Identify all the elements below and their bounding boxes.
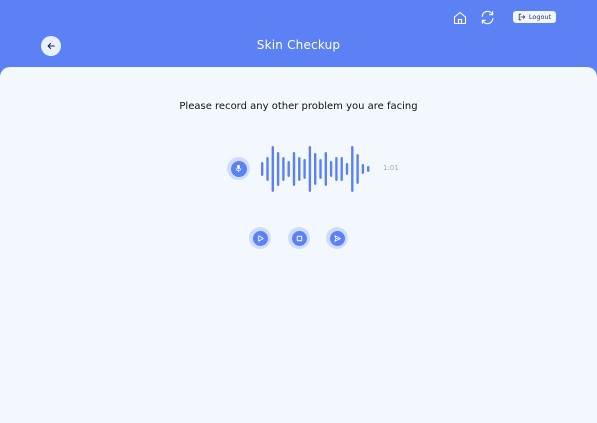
logout-icon — [518, 13, 526, 21]
send-button[interactable] — [326, 227, 348, 249]
home-button[interactable] — [452, 10, 468, 26]
microphone-icon — [235, 164, 242, 173]
waveform-bar — [261, 162, 264, 176]
send-icon — [333, 234, 341, 242]
waveform-bar — [314, 153, 317, 185]
refresh-button[interactable] — [479, 9, 496, 26]
audio-waveform — [261, 146, 370, 192]
play-button-core — [252, 230, 268, 246]
waveform-bar — [303, 159, 306, 179]
microphone-button-core — [230, 160, 247, 177]
waveform-bar — [298, 157, 301, 181]
waveform-bar — [282, 157, 285, 181]
stop-button-core — [291, 230, 307, 246]
send-button-core — [329, 230, 345, 246]
page-title: Skin Checkup — [256, 38, 341, 52]
home-icon — [453, 11, 467, 25]
waveform-bar — [308, 146, 312, 192]
waveform-bar — [266, 157, 269, 181]
waveform-bar — [340, 157, 343, 181]
recording-duration: 1:01 — [383, 164, 399, 172]
recorder-panel: Please record any other problem you are … — [0, 67, 597, 423]
waveform-bar — [367, 166, 370, 172]
logout-label: Logout — [528, 13, 552, 21]
waveform-bar — [319, 159, 322, 179]
header-bar: Logout Skin Checkup — [0, 0, 597, 70]
stop-icon — [296, 235, 302, 241]
waveform-bar — [351, 146, 354, 192]
waveform-bar — [292, 152, 296, 186]
waveform-bar — [356, 154, 359, 184]
waveform-bar — [287, 161, 290, 177]
waveform-bar — [335, 157, 338, 181]
microphone-button[interactable] — [227, 157, 250, 180]
record-prompt: Please record any other problem you are … — [179, 101, 418, 112]
refresh-icon — [481, 10, 494, 25]
play-button[interactable] — [249, 227, 271, 249]
waveform-bar — [324, 152, 327, 186]
waveform-bar — [271, 146, 274, 192]
play-icon — [257, 234, 264, 242]
waveform-bar — [329, 161, 333, 177]
waveform-bar — [361, 164, 365, 174]
waveform-bar — [276, 152, 280, 186]
logout-button[interactable]: Logout — [513, 11, 556, 23]
stop-button[interactable] — [288, 227, 310, 249]
waveform-bar — [345, 163, 349, 175]
